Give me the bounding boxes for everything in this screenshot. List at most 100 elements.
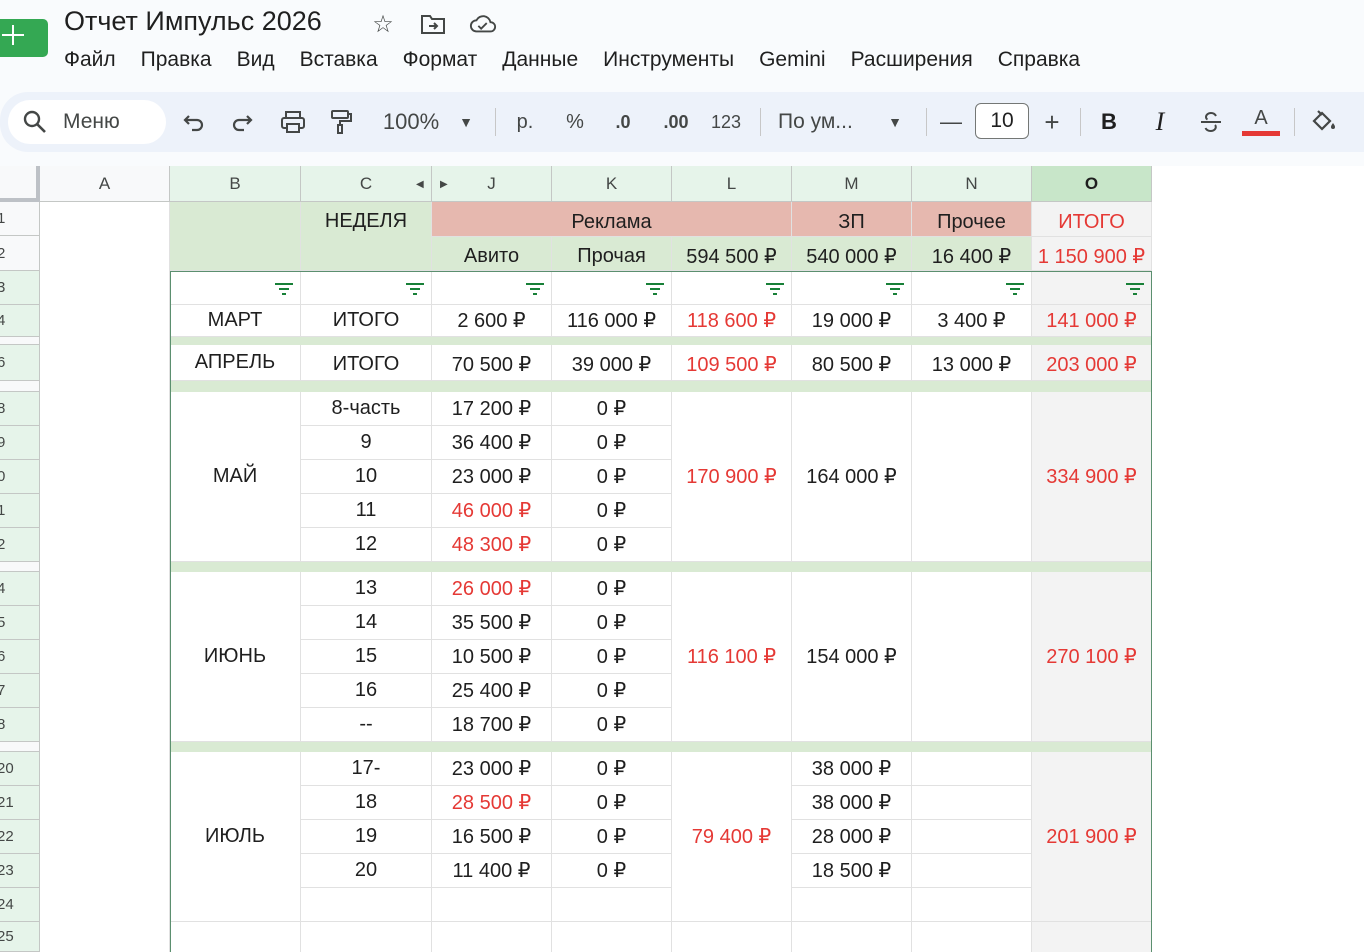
currency-format-button[interactable]: р. — [508, 106, 542, 138]
row-header[interactable]: 23 — [0, 854, 40, 888]
row-header[interactable]: 3 — [0, 271, 40, 305]
may-avito[interactable]: 17 200 ₽ — [432, 392, 552, 426]
filter-icon[interactable] — [1005, 282, 1025, 296]
july-other-ads[interactable]: 0 ₽ — [552, 786, 672, 820]
june-avito[interactable]: 25 400 ₽ — [432, 674, 552, 708]
filter-icon[interactable] — [274, 282, 294, 296]
july-week[interactable]: 20 — [301, 854, 432, 888]
july-avito[interactable]: 23 000 ₽ — [432, 752, 552, 786]
row-header[interactable]: 2 — [0, 236, 40, 271]
undo-icon[interactable] — [180, 106, 208, 138]
paint-format-icon[interactable] — [326, 106, 356, 138]
header-other-sum[interactable]: 16 400 ₽ — [912, 237, 1032, 271]
row-header[interactable]: 1 — [0, 202, 40, 236]
july-other-ads-empty[interactable] — [552, 888, 672, 922]
may-other-ads[interactable]: 0 ₽ — [552, 528, 672, 562]
select-all-corner[interactable] — [0, 166, 40, 202]
may-week[interactable]: 9 — [301, 426, 432, 460]
header-cell-b[interactable] — [170, 202, 301, 271]
row-25-cell[interactable] — [432, 922, 552, 952]
menu-gemini[interactable]: Gemini — [759, 46, 826, 74]
row-header[interactable] — [0, 337, 40, 345]
july-avito-empty[interactable] — [432, 888, 552, 922]
menu-insert[interactable]: Вставка — [300, 46, 378, 74]
strikethrough-icon[interactable] — [1196, 106, 1226, 138]
may-other[interactable] — [912, 392, 1032, 562]
menu-file[interactable]: Файл — [64, 46, 116, 74]
july-salary[interactable]: 28 000 ₽ — [792, 820, 912, 854]
menu-help[interactable]: Справка — [998, 46, 1080, 74]
july-other[interactable] — [912, 786, 1032, 820]
june-other-ads[interactable]: 0 ₽ — [552, 572, 672, 606]
col-header-b[interactable]: B — [170, 166, 301, 202]
header-week[interactable]: НЕДЕЛЯ — [301, 202, 432, 271]
month-july[interactable]: ИЮЛЬ — [170, 752, 301, 922]
july-other[interactable] — [912, 854, 1032, 888]
row-header[interactable] — [0, 562, 40, 572]
col-header-a[interactable]: A — [40, 166, 170, 202]
june-week[interactable]: 15 — [301, 640, 432, 674]
header-other[interactable]: Прочее — [912, 202, 1032, 237]
may-avito[interactable]: 23 000 ₽ — [432, 460, 552, 494]
row-header[interactable]: 2 — [0, 528, 40, 562]
redo-icon[interactable] — [228, 106, 256, 138]
row-25-cell[interactable] — [170, 922, 301, 952]
may-avito[interactable]: 36 400 ₽ — [432, 426, 552, 460]
july-week[interactable]: 18 — [301, 786, 432, 820]
row-25-cell[interactable] — [552, 922, 672, 952]
increase-decimal-button[interactable]: .00 — [656, 106, 696, 138]
row-header[interactable]: 4 — [0, 305, 40, 337]
april-other[interactable]: 13 000 ₽ — [912, 345, 1032, 381]
print-icon[interactable] — [278, 106, 308, 138]
march-week[interactable]: ИТОГО — [301, 305, 432, 337]
col-header-c[interactable]: C — [301, 166, 432, 202]
row-header[interactable]: 6 — [0, 345, 40, 381]
may-avito[interactable]: 48 300 ₽ — [432, 528, 552, 562]
april-avito[interactable]: 70 500 ₽ — [432, 345, 552, 381]
june-other[interactable] — [912, 572, 1032, 742]
sheets-logo[interactable] — [0, 19, 48, 57]
bold-button[interactable]: B — [1094, 106, 1124, 138]
may-total[interactable]: 334 900 ₽ — [1032, 392, 1152, 562]
row-25-cell[interactable] — [301, 922, 432, 952]
row-header[interactable]: 25 — [0, 922, 40, 952]
document-title[interactable]: Отчет Импульс 2026 — [64, 6, 322, 37]
row-header[interactable]: 0 — [0, 460, 40, 494]
row-header[interactable]: 8 — [0, 392, 40, 426]
header-grand-total[interactable]: 1 150 900 ₽ — [1032, 237, 1152, 271]
header-salary[interactable]: ЗП — [792, 202, 912, 237]
june-week[interactable]: 13 — [301, 572, 432, 606]
july-other-ads[interactable]: 0 ₽ — [552, 854, 672, 888]
font-size-input[interactable]: 10 — [975, 103, 1029, 139]
filter-icon[interactable] — [405, 282, 425, 296]
row-header[interactable]: 7 — [0, 674, 40, 708]
march-avito[interactable]: 2 600 ₽ — [432, 305, 552, 337]
june-week[interactable]: 16 — [301, 674, 432, 708]
april-other-ads[interactable]: 39 000 ₽ — [552, 345, 672, 381]
april-week[interactable]: ИТОГО — [301, 345, 432, 381]
header-salary-sum[interactable]: 540 000 ₽ — [792, 237, 912, 271]
april-total[interactable]: 203 000 ₽ — [1032, 345, 1152, 381]
march-total[interactable]: 141 000 ₽ — [1032, 305, 1152, 337]
col-header-k[interactable]: K — [552, 166, 672, 202]
july-total[interactable]: 201 900 ₽ — [1032, 752, 1152, 922]
may-week[interactable]: 8-часть — [301, 392, 432, 426]
row-header[interactable]: 24 — [0, 888, 40, 922]
row-header[interactable]: 9 — [0, 426, 40, 460]
july-other[interactable] — [912, 820, 1032, 854]
month-april[interactable]: АПРЕЛЬ — [170, 345, 301, 381]
may-week[interactable]: 12 — [301, 528, 432, 562]
april-ads-total[interactable]: 109 500 ₽ — [672, 345, 792, 381]
july-other-ads[interactable]: 0 ₽ — [552, 752, 672, 786]
star-icon[interactable]: ☆ — [369, 10, 397, 38]
header-avito[interactable]: Авито — [432, 237, 552, 271]
june-avito[interactable]: 26 000 ₽ — [432, 572, 552, 606]
percent-format-button[interactable]: % — [560, 106, 590, 138]
july-salary[interactable]: 38 000 ₽ — [792, 752, 912, 786]
may-week[interactable]: 11 — [301, 494, 432, 528]
header-other-ads[interactable]: Прочая — [552, 237, 672, 271]
hidden-columns-right-arrow-icon[interactable]: ▶ — [440, 179, 448, 190]
june-other-ads[interactable]: 0 ₽ — [552, 640, 672, 674]
row-header[interactable]: 1 — [0, 494, 40, 528]
text-color-button[interactable]: A — [1242, 106, 1280, 138]
